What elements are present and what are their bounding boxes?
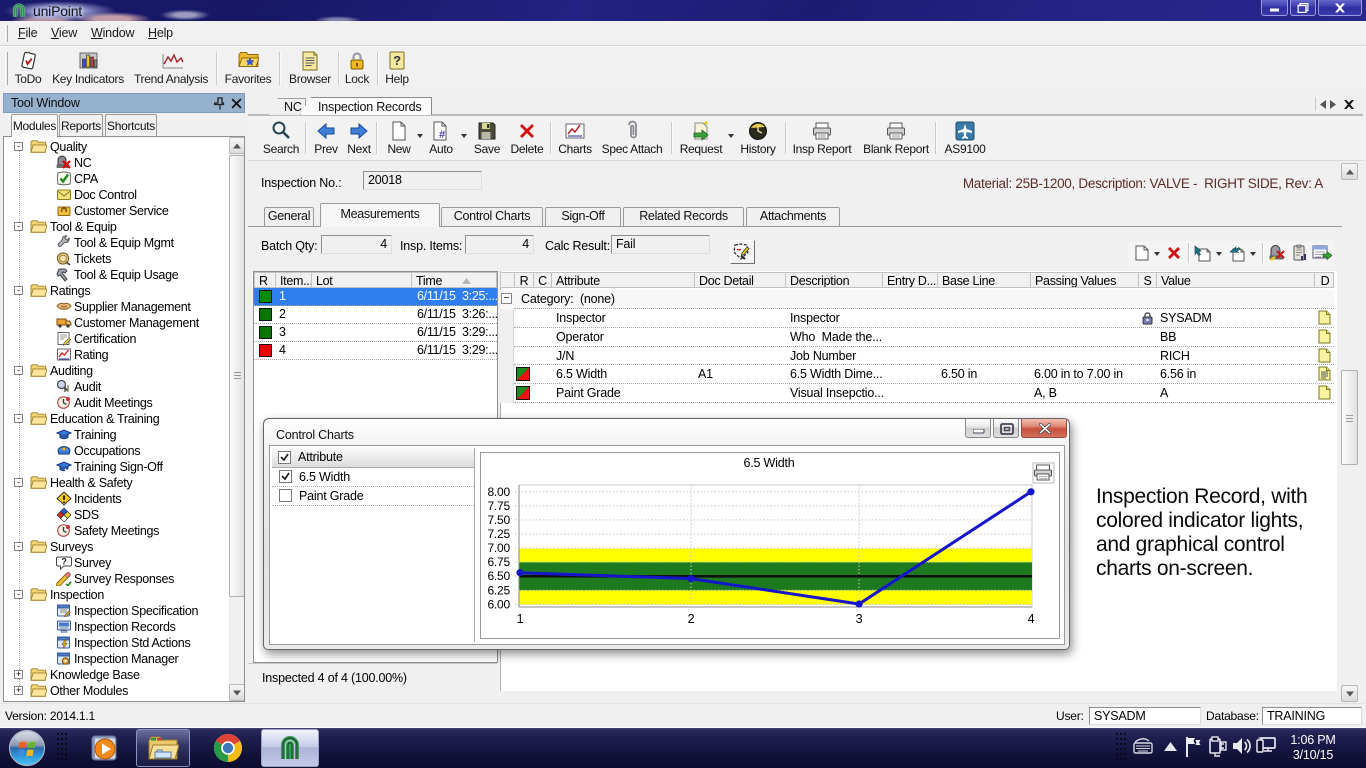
- svg-text:?: ?: [61, 557, 66, 567]
- svg-text:6.25: 6.25: [487, 583, 510, 597]
- svg-text:7.00: 7.00: [487, 541, 510, 555]
- svg-text:7.50: 7.50: [487, 513, 510, 527]
- svg-text:4: 4: [1028, 612, 1035, 626]
- svg-text:2: 2: [688, 612, 695, 626]
- svg-text:7.75: 7.75: [487, 499, 510, 513]
- svg-text:6.5 Width: 6.5 Width: [743, 456, 794, 470]
- svg-text:?: ?: [393, 53, 401, 68]
- svg-text:8.00: 8.00: [487, 485, 510, 499]
- svg-text:1: 1: [517, 612, 524, 626]
- svg-text:#: #: [439, 129, 445, 141]
- svg-text:6.75: 6.75: [487, 555, 510, 569]
- svg-text:3: 3: [856, 612, 863, 626]
- svg-text:6.00: 6.00: [487, 597, 510, 611]
- svg-text:6.50: 6.50: [487, 569, 510, 583]
- svg-text:7.25: 7.25: [487, 527, 510, 541]
